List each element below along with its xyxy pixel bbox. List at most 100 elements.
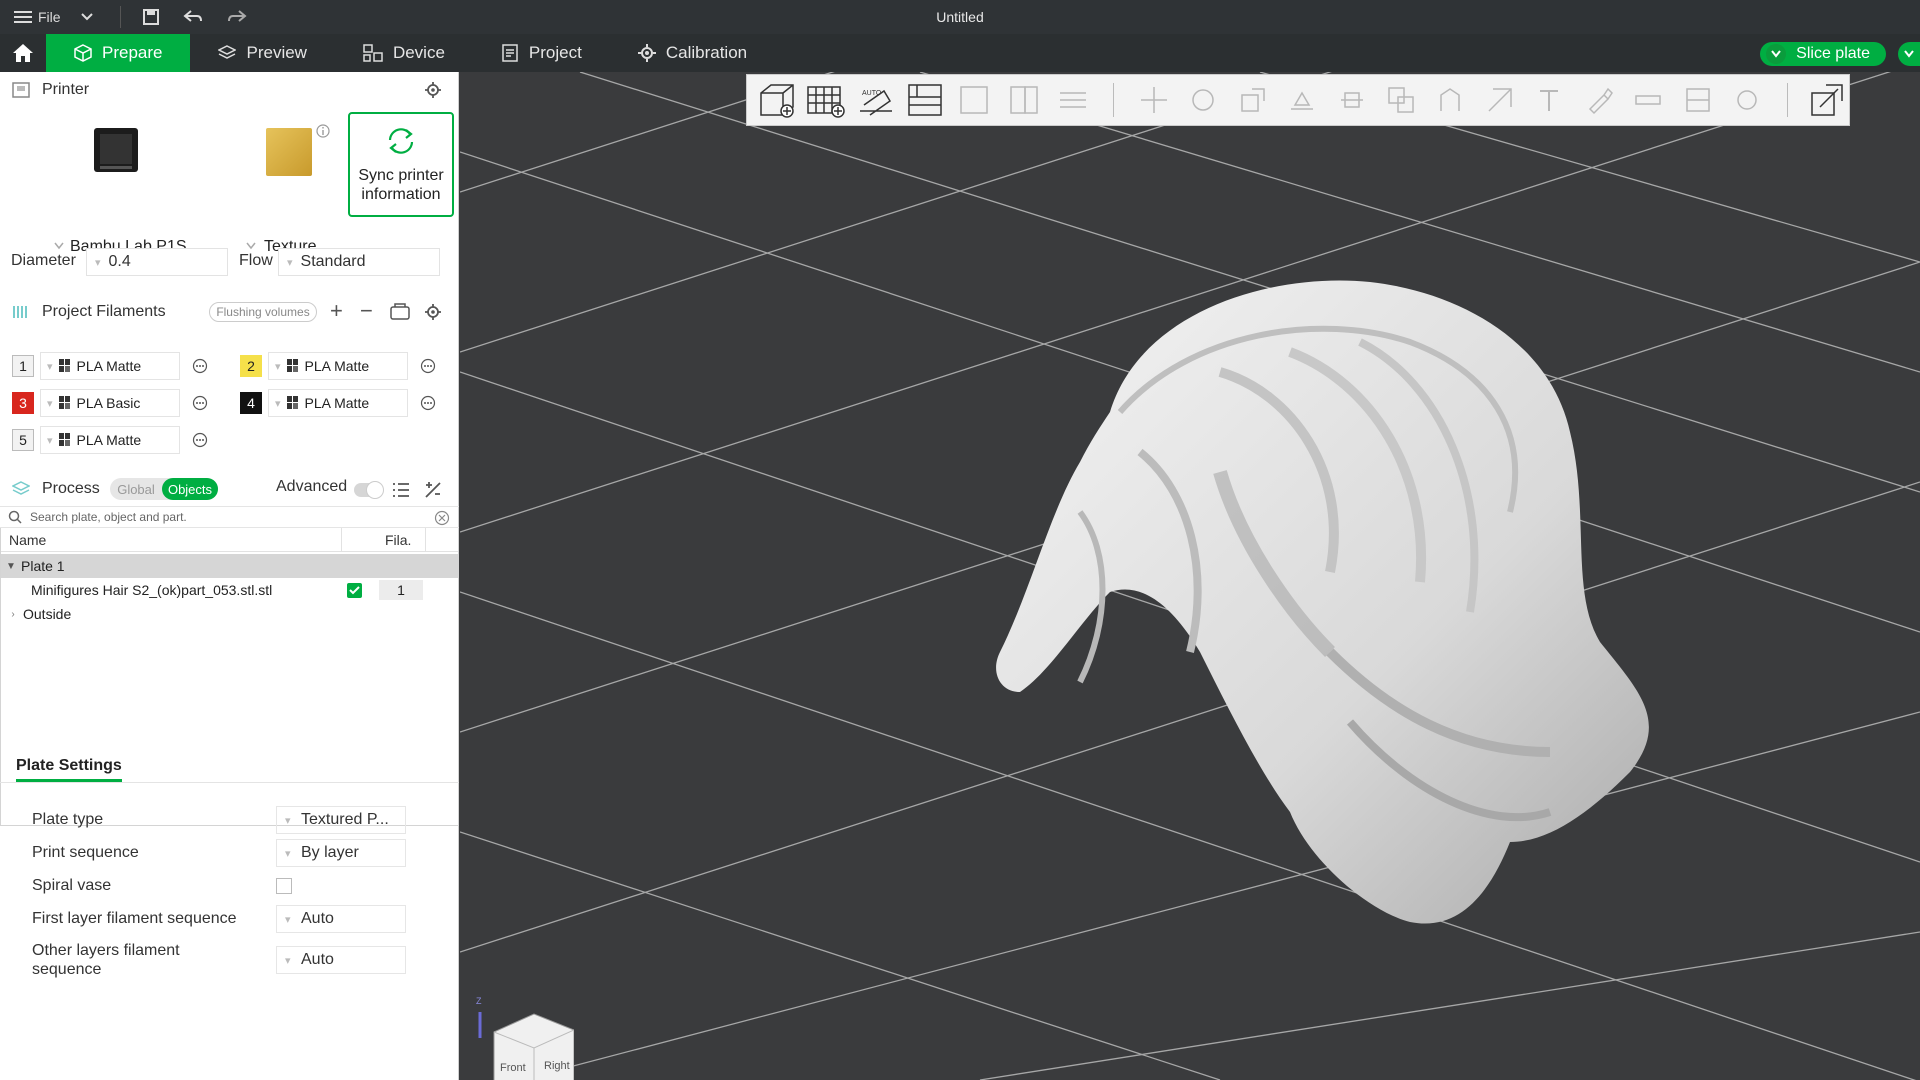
list-icon[interactable] xyxy=(392,482,410,498)
flushing-volumes-button[interactable]: Flushing volumes xyxy=(209,302,317,322)
filament-slot[interactable]: 1 ▾ PLA Matte xyxy=(12,352,208,380)
lay-on-face-icon[interactable] xyxy=(1280,78,1323,122)
filament-slot[interactable]: 4 ▾ PLA Matte xyxy=(240,389,436,417)
rotate-icon[interactable] xyxy=(1181,78,1224,122)
filament-type-select[interactable]: ▾ PLA Matte xyxy=(40,426,180,454)
filament-number-badge[interactable]: 5 xyxy=(12,429,34,451)
assembly-icon[interactable] xyxy=(1676,78,1719,122)
tab-preview[interactable]: Preview xyxy=(190,34,334,72)
view-cube[interactable]: Z Front Right xyxy=(474,996,575,1080)
undo-icon[interactable] xyxy=(171,0,215,34)
view-cube-front[interactable]: Front xyxy=(500,1062,526,1074)
filament-type-select[interactable]: ▾ PLA Matte xyxy=(268,352,408,380)
add-object-icon[interactable] xyxy=(755,78,798,122)
cut-icon[interactable] xyxy=(1330,78,1373,122)
filament-settings-icon[interactable] xyxy=(192,432,208,448)
color-painting-icon[interactable] xyxy=(1577,78,1620,122)
hair-model[interactable] xyxy=(990,252,1690,972)
filament-number-badge[interactable]: 2 xyxy=(240,355,262,377)
layers-editing-icon[interactable] xyxy=(1052,78,1095,122)
auto-orient-icon[interactable]: AUTO xyxy=(854,78,897,122)
3d-viewport[interactable]: AUTO Z Front Right xyxy=(460,72,1920,1080)
remove-filament-icon[interactable]: − xyxy=(360,298,373,324)
assembly-view-icon[interactable] xyxy=(1806,78,1849,122)
object-search-field[interactable]: Search plate, object and part. xyxy=(0,506,459,528)
filament-type-select[interactable]: ▾ PLA Matte xyxy=(40,352,180,380)
first-layer-sequence-label: First layer filament sequence xyxy=(32,910,237,927)
chevron-down-icon[interactable] xyxy=(64,0,110,34)
slice-plate-button[interactable]: Slice plate xyxy=(1760,42,1886,66)
tab-device[interactable]: Device xyxy=(335,34,473,72)
chevron-down-icon[interactable]: ▼ xyxy=(1,561,21,572)
process-section-title: Process xyxy=(42,480,100,497)
title-bar: File Untitled xyxy=(0,0,1920,34)
redo-icon[interactable] xyxy=(215,0,259,34)
mesh-boolean-icon[interactable] xyxy=(1379,78,1422,122)
filament-slot[interactable]: 2 ▾ PLA Matte xyxy=(240,352,436,380)
flow-select[interactable]: ▾ Standard xyxy=(278,248,440,276)
chevron-down-icon: ▾ xyxy=(47,360,53,373)
scale-icon[interactable] xyxy=(1231,78,1274,122)
advanced-switch[interactable] xyxy=(354,481,384,499)
plate-row[interactable]: ▼ Plate 1 xyxy=(1,554,458,578)
sync-printer-button[interactable]: Sync printer information xyxy=(348,112,454,217)
filament-settings-icon[interactable] xyxy=(420,358,436,374)
measure-icon[interactable] xyxy=(1626,78,1669,122)
printer-selector[interactable]: Bambu Lab P1S xyxy=(50,124,210,255)
filament-slot[interactable]: 3 ▾ PLA Basic xyxy=(12,389,208,417)
filament-number-badge[interactable]: 4 xyxy=(240,392,262,414)
plate-type-select[interactable]: ▾ Textured P... xyxy=(276,806,406,834)
gear-icon[interactable] xyxy=(424,303,442,321)
filament-number-badge[interactable]: 1 xyxy=(12,355,34,377)
home-button[interactable] xyxy=(0,34,46,72)
gear-icon[interactable] xyxy=(424,81,442,99)
add-plate-icon[interactable] xyxy=(804,78,847,122)
view-cube-right[interactable]: Right xyxy=(544,1060,570,1072)
split-parts-icon[interactable] xyxy=(1002,78,1045,122)
tab-calibration[interactable]: Calibration xyxy=(610,34,775,72)
filament-slot[interactable]: 5 ▾ PLA Matte xyxy=(12,426,208,454)
add-filament-icon[interactable]: + xyxy=(330,298,343,324)
home-icon xyxy=(13,44,33,62)
first-layer-sequence-select[interactable]: ▾ Auto xyxy=(276,905,406,933)
filament-type-select[interactable]: ▾ PLA Basic xyxy=(40,389,180,417)
export-dropdown-button[interactable] xyxy=(1898,42,1920,66)
filament-number-badge[interactable]: 3 xyxy=(12,392,34,414)
chevron-right-icon[interactable]: › xyxy=(3,609,23,620)
chevron-down-icon[interactable] xyxy=(1766,44,1787,64)
object-filament-select[interactable]: 1 xyxy=(379,580,423,600)
spiral-vase-checkbox[interactable] xyxy=(276,878,292,894)
support-painting-icon[interactable] xyxy=(1429,78,1472,122)
plate-settings-tab[interactable]: Plate Settings xyxy=(16,757,122,782)
plate-type-selector[interactable]: Texture... xyxy=(244,124,338,255)
object-row[interactable]: Minifigures Hair S2_(ok)part_053.stl.stl… xyxy=(3,578,458,602)
other-layers-sequence-select[interactable]: ▾ Auto xyxy=(276,946,406,974)
filament-settings-icon[interactable] xyxy=(192,358,208,374)
diameter-select[interactable]: ▾ 0.4 xyxy=(86,248,228,276)
object-visible-checkbox[interactable] xyxy=(347,583,362,598)
filament-type-select[interactable]: ▾ PLA Matte xyxy=(268,389,408,417)
save-icon[interactable] xyxy=(131,0,171,34)
arrange-icon[interactable] xyxy=(903,78,946,122)
tab-project[interactable]: Project xyxy=(473,34,610,72)
move-icon[interactable] xyxy=(1132,78,1175,122)
filament-sync-icon[interactable] xyxy=(390,303,410,321)
tab-prepare[interactable]: Prepare xyxy=(46,34,191,72)
process-scope-toggle[interactable]: Global Objects xyxy=(110,478,218,500)
brim-ears-icon[interactable] xyxy=(1725,78,1768,122)
outside-row[interactable]: › Outside xyxy=(3,602,458,626)
seam-painting-icon[interactable] xyxy=(1478,78,1521,122)
filament-settings-icon[interactable] xyxy=(192,395,208,411)
filament-settings-icon[interactable] xyxy=(420,395,436,411)
chevron-down-icon: ▾ xyxy=(275,360,281,373)
hamburger-icon xyxy=(14,11,32,23)
split-objects-icon[interactable] xyxy=(953,78,996,122)
clear-icon[interactable] xyxy=(434,510,450,526)
global-toggle-option[interactable]: Global xyxy=(110,482,162,497)
text-shape-icon[interactable] xyxy=(1528,78,1571,122)
compare-icon[interactable] xyxy=(424,481,442,499)
objects-toggle-option[interactable]: Objects xyxy=(162,478,218,500)
print-sequence-select[interactable]: ▾ By layer xyxy=(276,839,406,867)
file-menu-button[interactable]: File xyxy=(0,0,64,34)
info-icon[interactable] xyxy=(316,124,330,138)
